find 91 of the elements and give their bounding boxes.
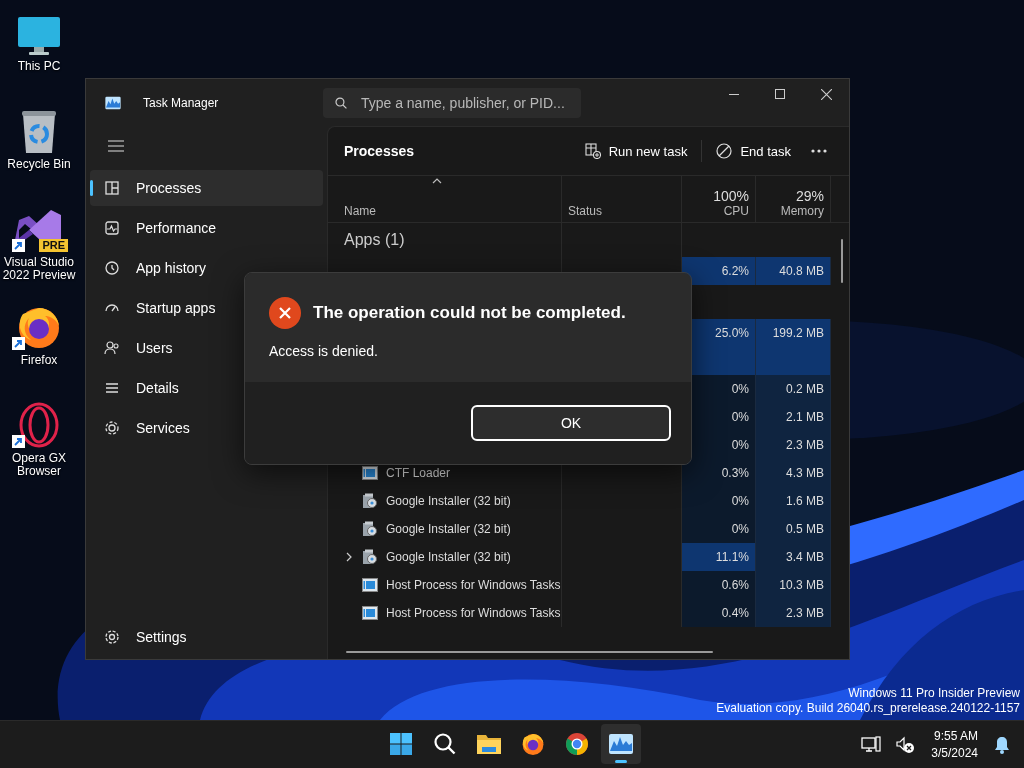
error-icon (269, 297, 301, 329)
nav-item[interactable]: App history (90, 250, 323, 286)
close-icon (820, 88, 832, 100)
gear-icon (104, 420, 120, 436)
sort-caret-icon[interactable] (432, 178, 442, 184)
monitor-icon (17, 16, 61, 56)
group-header: Apps (1) (344, 231, 405, 249)
cpu-cell: 11.1% (682, 543, 756, 571)
memory-cell: 4.3 MB (756, 459, 831, 487)
gear-icon (104, 629, 120, 645)
memory-cell: 1.6 MB (756, 487, 831, 515)
process-name: Google Installer (32 bit) (386, 550, 511, 564)
task-manager-icon (104, 95, 122, 110)
pulse-icon (104, 220, 120, 236)
column-header[interactable]: Memory (780, 204, 824, 218)
build-info-text: Evaluation copy. Build 26040.rs_prerelease.240122-1157 (716, 701, 1020, 716)
task-manager-icon (608, 733, 634, 755)
memory-cell: 0.5 MB (756, 515, 831, 543)
installer-icon (362, 549, 378, 565)
expand-chevron-icon[interactable] (344, 552, 354, 562)
users-icon (104, 340, 120, 356)
cpu-cell: 0% (682, 487, 756, 515)
page-title: Processes (344, 143, 415, 159)
process-name: Host Process for Windows Tasks (386, 606, 561, 620)
search-field[interactable]: Type a name, publisher, or PID... (323, 87, 581, 118)
process-name: Host Process for Windows Tasks (386, 578, 561, 592)
desktop-icon-label[interactable]: Opera GX Browser (0, 452, 78, 478)
memory-cell: 2.3 MB (756, 599, 831, 627)
cpu-cell: 0.6% (682, 571, 756, 599)
memory-cell: 0.2 MB (756, 375, 831, 403)
nav-item[interactable]: Details (90, 370, 323, 406)
memory-cell: 10.3 MB (756, 571, 831, 599)
search-icon (335, 96, 347, 109)
memory-cell: 2.1 MB (756, 403, 831, 431)
desktop-icon-label[interactable]: Visual Studio 2022 Preview (0, 256, 78, 282)
menu-icon (108, 140, 124, 152)
clock[interactable]: 9:55 AM 3/5/2024 (927, 727, 982, 762)
firefox-icon (521, 732, 545, 756)
run-new-task-button[interactable]: Run new task (574, 135, 698, 167)
grid-icon (104, 180, 120, 196)
opera-gx-icon (17, 402, 61, 448)
column-header[interactable]: Status (568, 204, 675, 218)
app-window-icon (362, 578, 378, 592)
process-name: Google Installer (32 bit) (386, 522, 511, 536)
chrome-icon (565, 732, 589, 756)
usage-total: 29% (795, 188, 824, 204)
desktop-icon-label[interactable]: Firefox (20, 354, 58, 367)
search-icon (433, 732, 457, 756)
cpu-cell: 0.3% (682, 459, 756, 487)
memory-cell: 2.3 MB (756, 431, 831, 459)
process-name: Google Installer (32 bit) (386, 494, 511, 508)
ok-button[interactable]: OK (471, 405, 671, 441)
installer-icon (362, 493, 378, 509)
nav-item[interactable]: Processes (90, 170, 323, 206)
memory-cell: 40.8 MB (756, 257, 831, 285)
dialog-message: Access is denied. (269, 343, 379, 359)
cpu-cell: 6.2% (682, 257, 756, 285)
folder-icon (476, 732, 502, 756)
memory-cell: 3.4 MB (756, 543, 831, 571)
preview-badge: PRE (39, 239, 68, 252)
nav-item[interactable]: Performance (90, 210, 323, 246)
desktop-icon-label[interactable]: Recycle Bin (7, 158, 71, 171)
add-window-icon (584, 143, 601, 159)
column-header[interactable]: CPU (723, 204, 749, 218)
taskbar-button[interactable] (601, 724, 641, 764)
minimize-icon (729, 93, 739, 95)
dialog-title: The operation could not be completed. (313, 303, 626, 323)
process-name: CTF Loader (386, 466, 451, 480)
app-window-icon (362, 606, 378, 620)
app-window-icon (362, 466, 378, 480)
scrollbar-thumb[interactable] (346, 651, 713, 653)
window-title: Task Manager (143, 95, 220, 110)
start-icon (389, 732, 413, 756)
desktop-icon-label[interactable]: This PC (17, 60, 61, 73)
memory-cell: 199.2 MB (756, 319, 831, 347)
usage-total: 100% (713, 188, 749, 204)
scrollbar-thumb[interactable] (841, 239, 843, 283)
end-task-button[interactable]: End task (706, 135, 801, 167)
prohibited-icon (716, 143, 733, 159)
build-info-text: Windows 11 Pro Insider Preview (848, 686, 1020, 701)
settings-item[interactable]: Settings (90, 619, 323, 655)
cpu-cell: 0% (682, 515, 756, 543)
cpu-cell: 0.4% (682, 599, 756, 627)
maximize-icon (775, 89, 785, 99)
more-icon (811, 149, 827, 153)
recycle-bin-icon (21, 110, 57, 154)
nav-item[interactable]: Services (90, 410, 323, 446)
column-header[interactable]: Name (344, 204, 555, 218)
installer-icon (362, 521, 378, 537)
list-icon (104, 380, 120, 396)
clock-icon (104, 260, 120, 276)
